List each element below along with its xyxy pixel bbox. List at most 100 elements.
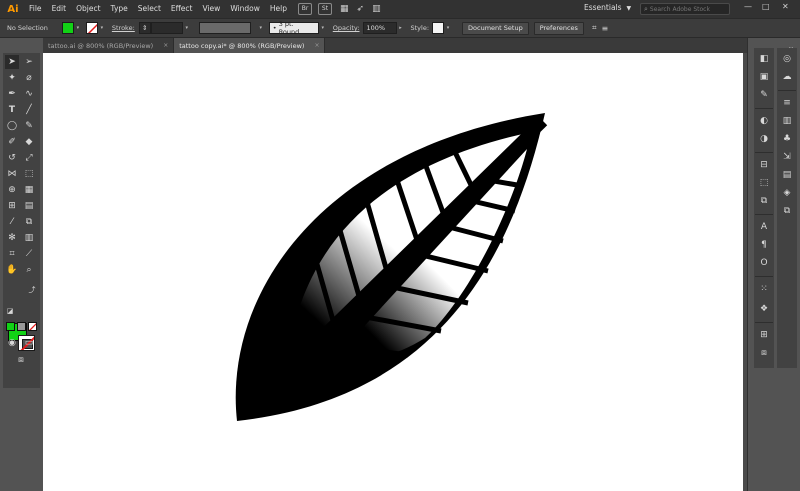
leaf-artwork[interactable]	[43, 53, 743, 491]
libraries-panel-icon[interactable]: ☁	[780, 70, 794, 84]
slice-tool-icon[interactable]: ⟋	[22, 247, 36, 261]
image-trace-panel-icon[interactable]: ▤	[780, 168, 794, 182]
selection-tool-icon[interactable]: ➤	[5, 55, 19, 69]
screen-mode-icon[interactable]: ⧈	[14, 353, 28, 367]
close-button[interactable]: ✕	[782, 2, 789, 11]
pen-tool-icon[interactable]: ✒	[5, 87, 19, 101]
fill-swatch[interactable]	[61, 22, 74, 34]
menu-object[interactable]: Object	[71, 0, 105, 18]
layers-panel-icon[interactable]: ◈	[780, 186, 794, 200]
scale-tool-icon[interactable]: ⤢	[22, 151, 36, 165]
brush-dropdown-icon[interactable]: ▾	[319, 25, 327, 31]
fill-dropdown-icon[interactable]: ▾	[74, 25, 82, 31]
stroke-weight-stepper[interactable]: ⇕	[138, 22, 151, 34]
hand-tool-icon[interactable]: ✋	[5, 263, 19, 277]
character-panel-icon[interactable]: A	[757, 220, 771, 234]
artboard[interactable]	[43, 53, 743, 491]
column-graph-tool-icon[interactable]: ▥	[22, 231, 36, 245]
magic-wand-tool-icon[interactable]: ✦	[5, 71, 19, 85]
preferences-button[interactable]: Preferences	[533, 21, 584, 35]
tab-tattoo-copy[interactable]: tattoo copy.ai* @ 800% (RGB/Preview) ×	[174, 38, 326, 53]
opacity-dropdown-icon[interactable]: ▸	[397, 25, 405, 31]
color-panel-icon[interactable]: ◎	[780, 52, 794, 66]
minimize-button[interactable]: —	[744, 2, 752, 11]
menu-window[interactable]: Window	[225, 0, 265, 18]
brush-definition[interactable]: • 3 pt. Round	[268, 20, 319, 36]
bridge-button[interactable]: Br	[298, 3, 312, 15]
arrange-documents-icon[interactable]: ▦	[340, 4, 349, 14]
appearance-panel-icon[interactable]: ◑	[757, 132, 771, 146]
color-guide-panel-icon[interactable]: ◧	[757, 52, 771, 66]
artboard-tool-icon[interactable]: ⌗	[5, 247, 19, 261]
draw-normal-icon[interactable]: ◉	[5, 336, 19, 350]
variable-width-profile[interactable]	[198, 22, 251, 34]
close-icon[interactable]: ×	[163, 42, 168, 49]
artboards-panel-icon[interactable]: ⊞	[757, 328, 771, 342]
line-tool-icon[interactable]: ╱	[22, 103, 36, 117]
opacity-field[interactable]: 100%	[362, 22, 397, 34]
menu-view[interactable]: View	[198, 0, 226, 18]
none-mode-icon[interactable]	[28, 322, 37, 331]
shape-builder-tool-icon[interactable]: ⊕	[5, 183, 19, 197]
stock-button[interactable]: St	[318, 3, 332, 15]
gradient-tool-icon[interactable]: ▤	[22, 199, 36, 213]
default-fill-stroke-icon[interactable]: ◪	[5, 306, 15, 316]
direct-selection-tool-icon[interactable]: ➢	[22, 55, 36, 69]
zoom-tool-icon[interactable]: ⌕	[22, 263, 36, 277]
gradient-mode-icon[interactable]	[17, 322, 26, 331]
stroke-dropdown-icon[interactable]: ▾	[98, 25, 106, 31]
pathfinder-panel-icon[interactable]: ⧉	[757, 194, 771, 208]
ellipse-tool-icon[interactable]: ◯	[5, 119, 19, 133]
gradient-panel-icon[interactable]: ▥	[780, 114, 794, 128]
eyedropper-tool-icon[interactable]: ⁄	[5, 215, 19, 229]
rotate-tool-icon[interactable]: ↺	[5, 151, 19, 165]
menu-file[interactable]: File	[24, 0, 47, 18]
free-transform-tool-icon[interactable]: ⬚	[22, 167, 36, 181]
graphic-style-swatch[interactable]	[432, 22, 445, 34]
lasso-tool-icon[interactable]: ⌀	[22, 71, 36, 85]
align-panel-icon[interactable]: ⊟	[757, 158, 771, 172]
symbols-panel-icon[interactable]: ❖	[757, 302, 771, 316]
perspective-grid-tool-icon[interactable]: ▦	[22, 183, 36, 197]
brushes-panel-icon[interactable]: ✎	[757, 88, 771, 102]
mesh-tool-icon[interactable]: ⊞	[5, 199, 19, 213]
panel-menu-icon[interactable]: ≡	[601, 24, 608, 33]
document-setup-button[interactable]: Document Setup	[462, 21, 529, 35]
stock-search-input[interactable]	[649, 5, 728, 13]
tab-tattoo[interactable]: tattoo.ai @ 800% (RGB/Preview) ×	[43, 38, 175, 53]
quick-actions-icon[interactable]: ⌗	[592, 23, 597, 33]
menu-type[interactable]: Type	[106, 0, 133, 18]
artboard-options-icon[interactable]: ⧉	[780, 204, 794, 218]
maximize-button[interactable]: □	[762, 2, 770, 11]
symbols-sprayer-panel-icon[interactable]: ♣	[780, 132, 794, 146]
opacity-label[interactable]: Opacity:	[333, 24, 360, 32]
stroke-panel-icon[interactable]: ≡	[780, 96, 794, 110]
symbol-sprayer-tool-icon[interactable]: ✻	[5, 231, 19, 245]
menu-edit[interactable]: Edit	[47, 0, 72, 18]
workspace-switcher[interactable]: Essentials ▼	[584, 3, 631, 12]
color-mode-icon[interactable]	[6, 322, 15, 331]
stock-search[interactable]: ⌕	[640, 3, 730, 15]
menu-select[interactable]: Select	[133, 0, 166, 18]
arrange-icon[interactable]: ▥	[372, 4, 381, 14]
stroke-swatch[interactable]	[85, 22, 98, 34]
style-dropdown-icon[interactable]: ▾	[444, 25, 452, 31]
paintbrush-tool-icon[interactable]: ✎	[22, 119, 36, 133]
stroke-weight-dropdown-icon[interactable]: ▾	[183, 25, 191, 31]
transparency-panel-icon[interactable]: ◐	[757, 114, 771, 128]
menu-effect[interactable]: Effect	[166, 0, 198, 18]
shaper-tool-icon[interactable]: ✐	[5, 135, 19, 149]
stroke-label[interactable]: Stroke:	[112, 24, 135, 32]
swap-fill-stroke-icon[interactable]: ⤴	[27, 285, 37, 295]
asset-export-panel-icon[interactable]: ⧈	[757, 346, 771, 360]
close-icon[interactable]: ×	[314, 42, 319, 49]
menu-help[interactable]: Help	[265, 0, 292, 18]
gpu-performance-icon[interactable]: ➶	[357, 4, 365, 14]
paragraph-panel-icon[interactable]: ¶	[757, 238, 771, 252]
profile-dropdown-icon[interactable]: ▾	[257, 25, 265, 31]
type-tool-icon[interactable]: T	[5, 103, 19, 117]
transform-panel-icon[interactable]: ⬚	[757, 176, 771, 190]
swatches-panel-icon[interactable]: ▣	[757, 70, 771, 84]
links-panel-icon[interactable]: ⇲	[780, 150, 794, 164]
draw-mode-icon[interactable]: ▭	[22, 336, 36, 350]
